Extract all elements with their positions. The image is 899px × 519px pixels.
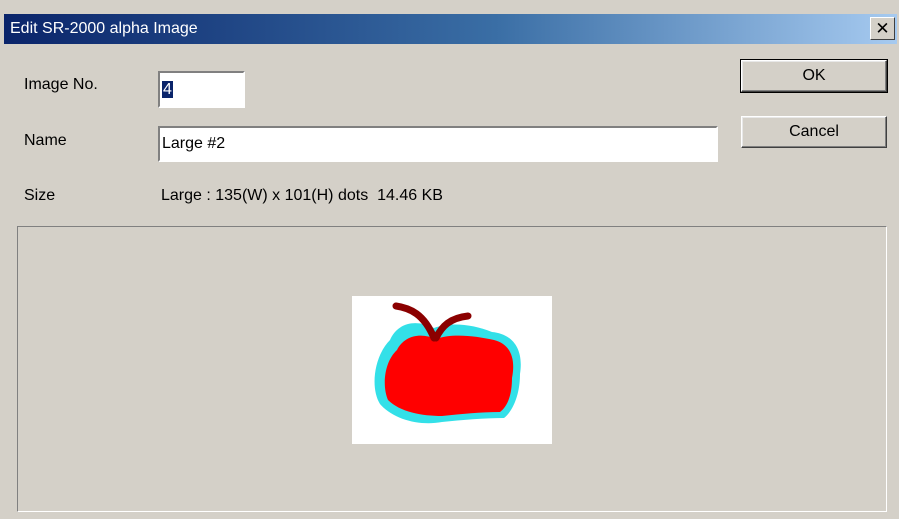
name-label: Name: [24, 132, 67, 149]
window-title: Edit SR-2000 alpha Image: [10, 20, 198, 37]
size-label: Size: [24, 187, 56, 204]
image-no-field[interactable]: 4: [158, 71, 245, 108]
edit-image-dialog: Edit SR-2000 alpha Image ✕ Image No. 4 N…: [0, 0, 899, 519]
image-no-label: Image No.: [24, 76, 98, 93]
image-canvas: [352, 296, 552, 444]
name-value: Large #2: [162, 135, 226, 152]
cancel-button[interactable]: Cancel: [741, 116, 887, 148]
image-no-value: 4: [162, 81, 173, 98]
apple-image-icon: [374, 302, 521, 424]
title-bar[interactable]: Edit SR-2000 alpha Image ✕: [4, 14, 897, 44]
size-value: Large : 135(W) x 101(H) dots 14.46 KB: [161, 187, 443, 204]
close-icon: ✕: [875, 18, 890, 38]
ok-button[interactable]: OK: [740, 59, 888, 93]
image-preview-panel: [17, 226, 887, 512]
name-field[interactable]: Large #2: [158, 126, 718, 162]
close-button[interactable]: ✕: [870, 17, 895, 40]
